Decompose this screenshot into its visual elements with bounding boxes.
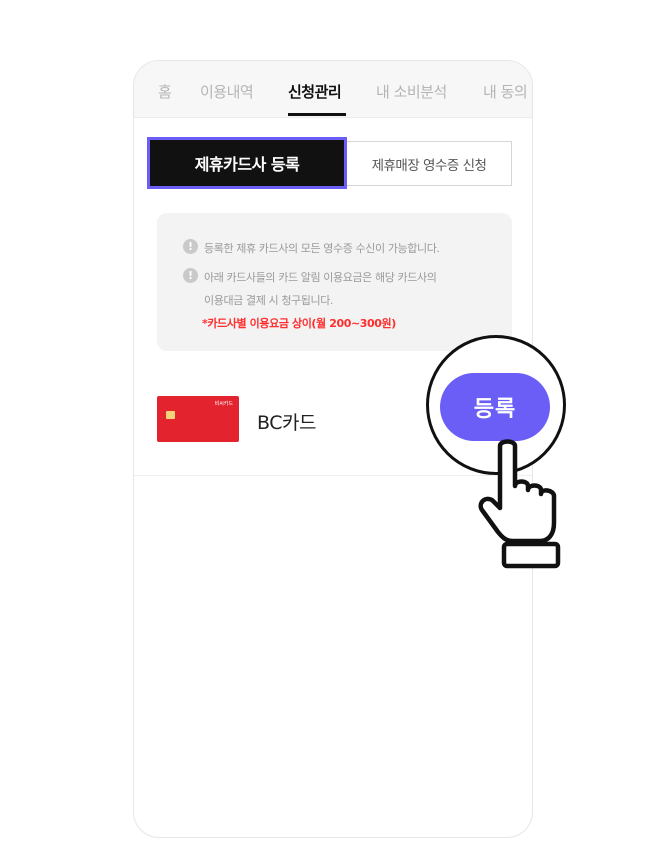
- active-tab-indicator: [288, 113, 346, 116]
- exclamation-icon: !: [183, 268, 198, 283]
- exclamation-icon: !: [183, 239, 198, 254]
- notice-line-2: 아래 카드사들의 카드 알림 이용요금은 해당 카드사의: [204, 271, 437, 284]
- bc-card-image: 비씨카드: [157, 396, 239, 442]
- tab-spending-analysis[interactable]: 내 소비분석: [376, 81, 447, 102]
- segment-partner-card-register[interactable]: 제휴카드사 등록: [147, 137, 347, 189]
- tab-home[interactable]: 홈: [158, 81, 172, 102]
- tab-application-management[interactable]: 신청관리: [288, 81, 342, 102]
- card-logo: 비씨카드: [214, 401, 233, 407]
- notice-line-3: 이용대금 결제 시 청구됩니다.: [204, 294, 334, 307]
- card-chip-icon: [166, 411, 175, 419]
- notice-line-1: 등록한 제휴 카드사의 모든 영수증 수신이 가능합니다.: [204, 242, 440, 255]
- card-name: BC카드: [257, 412, 316, 434]
- segment-partner-store-receipt[interactable]: 제휴매장 영수증 신청: [347, 141, 512, 186]
- pointing-hand-icon: [478, 439, 561, 569]
- divider: [134, 475, 532, 476]
- notice-box: ! 등록한 제휴 카드사의 모든 영수증 수신이 가능합니다. ! 아래 카드사…: [157, 213, 512, 351]
- tab-bar: 홈 이용내역 신청관리 내 소비분석 내 동의: [134, 61, 532, 118]
- tab-usage-history[interactable]: 이용내역: [200, 81, 254, 102]
- register-button[interactable]: 등록: [440, 373, 550, 441]
- tab-my-consent[interactable]: 내 동의: [483, 81, 528, 102]
- fee-note: *카드사별 이용요금 상이(월 200~300원): [202, 317, 396, 330]
